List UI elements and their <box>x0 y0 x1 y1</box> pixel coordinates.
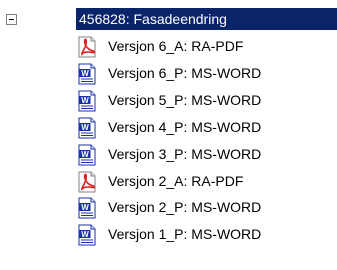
tree-item-label: Versjon 3_P: MS-WORD <box>108 145 262 162</box>
tree-root-label: 456828: Fasadeendring <box>79 11 227 27</box>
tree-item[interactable]: Versjon 2_A: RA-PDF <box>0 167 337 196</box>
svg-text:W: W <box>81 150 89 159</box>
tree-item-label: Versjon 4_P: MS-WORD <box>108 118 262 135</box>
word-icon: W <box>76 224 98 246</box>
tree-item-label: Versjon 2_A: RA-PDF <box>108 172 244 189</box>
tree-item-label: Versjon 2_P: MS-WORD <box>108 199 262 216</box>
svg-text:W: W <box>81 230 89 239</box>
tree-item[interactable]: W Versjon 2_P: MS-WORD <box>0 193 337 222</box>
tree-item[interactable]: W Versjon 5_P: MS-WORD <box>0 86 337 115</box>
pdf-icon <box>76 171 98 193</box>
tree-item-label: Versjon 5_P: MS-WORD <box>108 91 262 108</box>
tree-item[interactable]: W Versjon 3_P: MS-WORD <box>0 140 337 169</box>
collapse-toggle[interactable] <box>6 14 17 25</box>
tree-item-label: Versjon 6_A: RA-PDF <box>108 38 244 54</box>
tree-item-label: Versjon 6_P: MS-WORD <box>108 64 262 81</box>
word-icon: W <box>76 90 98 112</box>
tree-root-node[interactable]: 456828: Fasadeendring <box>76 8 337 30</box>
tree-item[interactable]: W Versjon 1_P: MS-WORD <box>0 220 337 249</box>
document-tree: 456828: Fasadeendring Versjon 6_A: RA-PD… <box>0 0 337 270</box>
word-icon: W <box>76 144 98 166</box>
word-icon: W <box>76 197 98 219</box>
svg-text:W: W <box>81 96 89 105</box>
svg-text:W: W <box>81 203 89 212</box>
word-icon: W <box>76 117 98 139</box>
tree-item[interactable]: W Versjon 4_P: MS-WORD <box>0 113 337 142</box>
tree-item[interactable]: Versjon 6_A: RA-PDF <box>0 32 337 61</box>
tree-item-label: Versjon 1_P: MS-WORD <box>108 226 262 243</box>
svg-text:W: W <box>81 123 89 132</box>
svg-text:W: W <box>81 69 89 78</box>
word-icon: W <box>76 63 98 85</box>
tree-item[interactable]: W Versjon 6_P: MS-WORD <box>0 59 337 88</box>
pdf-icon <box>76 36 98 58</box>
